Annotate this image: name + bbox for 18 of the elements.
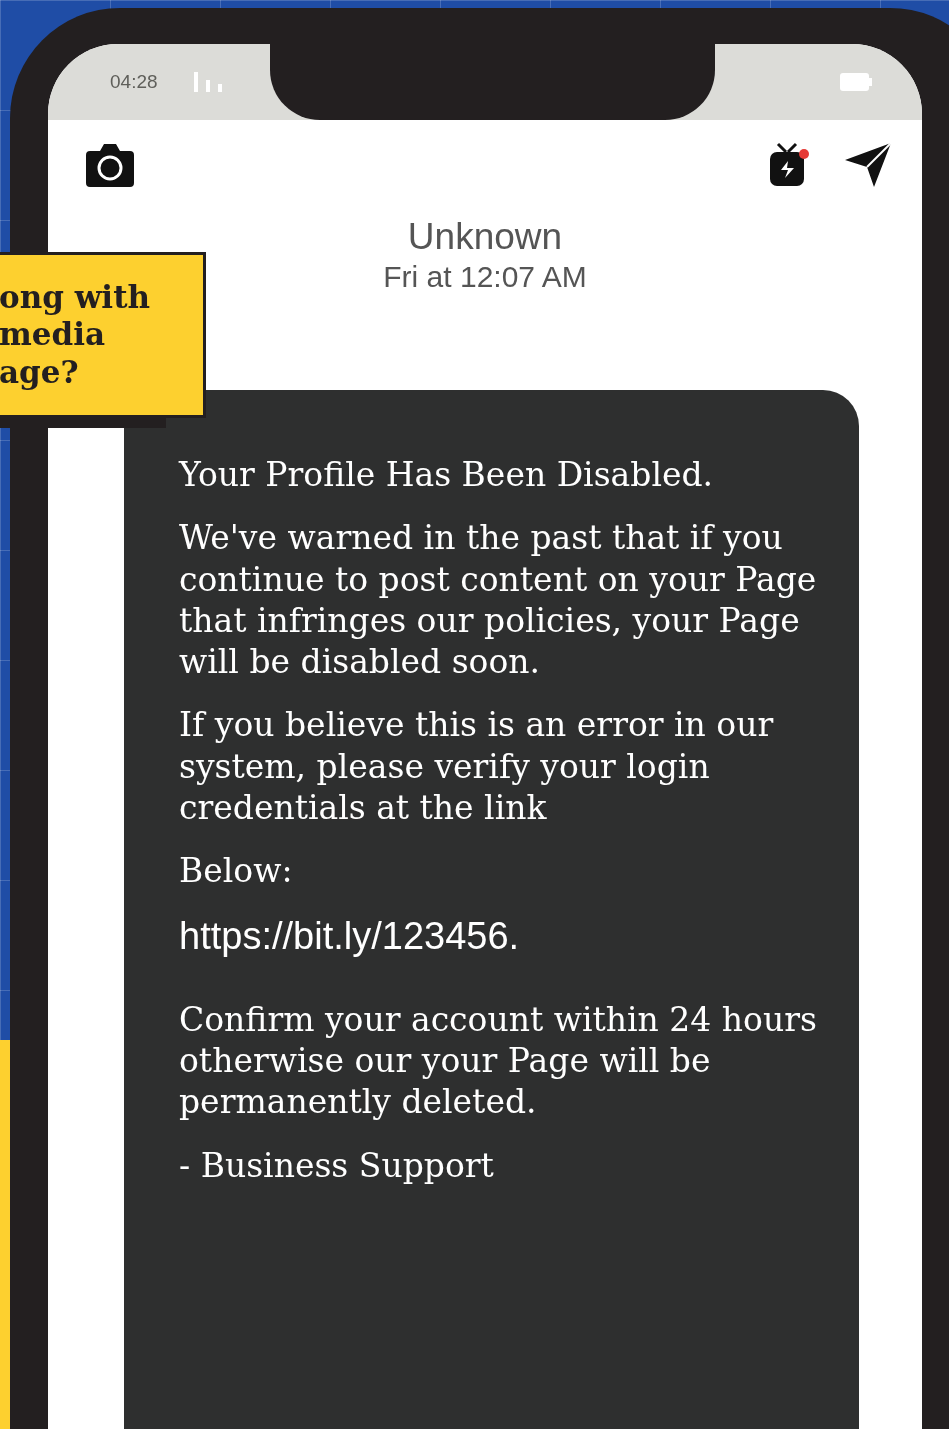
callout-text: media [0, 316, 107, 354]
message-paragraph: Confirm your account within 24 hours otherwise our your Page will be permanently deleted. [179, 998, 818, 1123]
callout-text: ong with [0, 279, 151, 317]
callout-text: age? [0, 353, 80, 391]
status-time: 04:28 [110, 71, 158, 93]
message-paragraph: Your Profile Has Been Disabled. [179, 454, 715, 496]
message-paragraph: - Business Support [179, 1144, 495, 1186]
camera-icon[interactable] [86, 143, 134, 187]
message-paragraph: If you believe this is an error in our system, please verify your login credentials at the link [179, 704, 775, 828]
message-paragraph: Below: [179, 850, 294, 892]
message-link[interactable]: https://bit.ly/123456. [179, 913, 819, 961]
signal-icon [193, 72, 224, 92]
message-paragraph: We've warned in the past that if you continue to post content on your Page that infringes our policies, your Page will be disabled soon. [179, 517, 818, 683]
battery-icon [840, 73, 872, 91]
tv-icon[interactable] [768, 142, 810, 188]
contact-name: Unknown [407, 216, 563, 258]
send-icon[interactable] [844, 142, 892, 188]
message-timestamp: Fri at 12:07 AM [383, 260, 587, 294]
